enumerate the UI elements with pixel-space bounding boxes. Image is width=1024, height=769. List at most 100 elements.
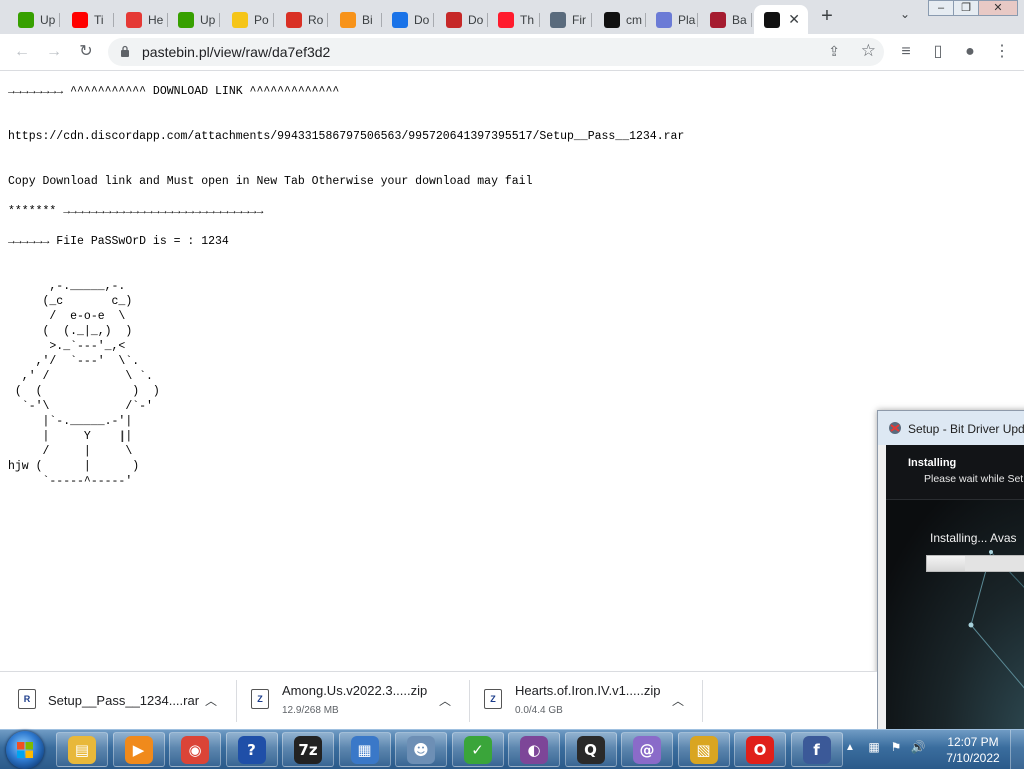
browser-tab[interactable]: Th [488, 5, 540, 34]
taskbar-app-explorer[interactable]: ▤ [56, 732, 108, 767]
help-icon: ? [237, 735, 266, 764]
setup-titlebar[interactable]: Setup - Bit Driver Upda [878, 411, 1024, 445]
bookmark-star-icon[interactable]: ☆ [861, 41, 876, 61]
profile-icon[interactable]: ● [960, 42, 980, 62]
folder-icon: ▤ [68, 735, 96, 764]
menu-icon[interactable]: ⋮ [992, 42, 1012, 62]
setup-icon: ✓ [463, 735, 492, 764]
tab-separator [697, 13, 698, 27]
tab-separator [273, 13, 274, 27]
setup-progress-fill [927, 556, 966, 571]
taskbar-app-media-player[interactable]: ▶ [112, 732, 165, 767]
smiley-icon [232, 11, 248, 28]
flag-icon[interactable]: ⚑ [888, 740, 904, 756]
ba-icon [710, 11, 726, 28]
download-shelf: R Setup__Pass__1234....rar ︿ Z Among.Us.… [0, 671, 877, 730]
media-control-icon[interactable]: ≡ [896, 42, 916, 62]
tab-label: Ba [732, 12, 747, 27]
share-icon[interactable]: ⇪ [828, 43, 840, 60]
browser-tab[interactable]: Ti [62, 5, 114, 34]
taskbar-app-q-app[interactable]: Q [564, 732, 617, 767]
download-item[interactable]: Z Hearts.of.Iron.IV.v1.....zip 0.0/4.4 G… [470, 672, 703, 730]
address-bar[interactable]: pastebin.pl/view/raw/da7ef3d2 ⇪ ☆ [108, 38, 884, 66]
paste-raw-text[interactable]: →→→→→→→→ ^^^^^^^^^^^ DOWNLOAD LINK ^^^^^… [8, 84, 684, 489]
rocket-icon [656, 11, 672, 28]
taskbar-app-facebook[interactable]: f [790, 732, 843, 767]
tab-separator [751, 13, 752, 27]
taskbar-app-tor-browser[interactable]: ◐ [508, 732, 560, 767]
terminal-icon [764, 11, 780, 28]
browser-tab[interactable]: Up [8, 5, 60, 34]
taskbar-app-notes[interactable]: ▧ [677, 732, 730, 767]
download-progress-text: 12.9/268 MB [282, 705, 339, 716]
browser-tab[interactable]: Po [222, 5, 274, 34]
alert-icon [286, 11, 302, 28]
taskbar-app-q-app-2[interactable]: @ [621, 732, 673, 767]
lock-icon[interactable] [120, 45, 130, 57]
browser-tab[interactable]: Do [382, 5, 434, 34]
tab-label: Th [520, 12, 535, 27]
taskbar-app-control-panel[interactable]: ▦ [338, 732, 391, 767]
system-clock[interactable]: 12:07 PM 7/10/2022 [946, 734, 1000, 766]
control-panel-icon: ▦ [350, 735, 379, 764]
browser-toolbar: ← → ↻ pastebin.pl/view/raw/da7ef3d2 ⇪ ☆ … [0, 34, 1024, 71]
taskbar-app-chrome[interactable]: ◉ [169, 732, 221, 767]
browser-tab[interactable]: He [116, 5, 168, 34]
volume-icon[interactable]: 🔊 [910, 740, 926, 756]
divider [702, 680, 703, 722]
terminal-icon [604, 11, 620, 28]
forward-button[interactable]: → [44, 42, 64, 62]
minimize-button[interactable]: – [928, 0, 954, 16]
youtube-icon [126, 11, 142, 28]
url-text[interactable]: pastebin.pl/view/raw/da7ef3d2 [142, 44, 330, 60]
browser-tab[interactable]: cm [594, 5, 646, 34]
tray-expand-icon[interactable]: ▲ [845, 742, 855, 753]
chevron-up-icon[interactable]: ︿ [205, 692, 217, 709]
browser-tab[interactable]: Up [168, 5, 220, 34]
browser-tab[interactable]: Ro [276, 5, 328, 34]
tab-label: Po [254, 12, 269, 27]
clock-date: 7/10/2022 [946, 751, 1000, 765]
opera-icon: O [746, 735, 774, 764]
taskbar-app-setup[interactable]: ✓ [451, 732, 504, 767]
browser-tab[interactable]: Do [436, 5, 488, 34]
taskbar-app-7zip[interactable]: 7z [282, 732, 334, 767]
taskbar-app-help[interactable]: ? [225, 732, 278, 767]
setup-window[interactable]: Setup - Bit Driver Upda Installing Pleas… [877, 410, 1024, 732]
new-tab-button[interactable]: + [816, 5, 838, 27]
chevron-up-icon[interactable]: ︿ [439, 692, 451, 709]
tab-separator [327, 13, 328, 27]
back-button[interactable]: ← [12, 42, 32, 62]
zip-icon: Z [484, 689, 502, 709]
start-button[interactable] [6, 731, 44, 769]
network-icon[interactable]: ▦ [866, 740, 882, 756]
tab-search-button[interactable]: ⌄ [896, 7, 914, 25]
facebook-icon: f [802, 735, 831, 764]
download-item[interactable]: Z Among.Us.v2022.3.....zip 12.9/268 MB ︿ [237, 672, 470, 730]
tab-label: Up [40, 12, 56, 27]
download-filename[interactable]: Among.Us.v2022.3.....zip [282, 683, 427, 698]
close-window-button[interactable]: ✕ [978, 0, 1018, 16]
download-filename[interactable]: Hearts.of.Iron.IV.v1.....zip [515, 683, 660, 698]
browser-tab[interactable]: Pla [646, 5, 698, 34]
browser-tab[interactable]: Bi [330, 5, 382, 34]
download-filename[interactable]: Setup__Pass__1234....rar [48, 693, 199, 708]
text-cursor-icon: Ⅰ [120, 427, 125, 446]
show-desktop-button[interactable] [1010, 730, 1024, 769]
tab-label: Up [200, 12, 216, 27]
browser-tab[interactable]: Ba [700, 5, 752, 34]
close-tab-icon[interactable]: ✕ [788, 11, 800, 28]
side-panel-icon[interactable]: ▯ [928, 42, 948, 62]
maximize-button[interactable]: ❐ [953, 0, 979, 16]
zip-icon: Z [251, 689, 269, 709]
chevron-up-icon[interactable]: ︿ [672, 692, 684, 709]
setup-subtitle: Please wait while Set [924, 473, 1024, 485]
taskbar-app-opera[interactable]: O [734, 732, 786, 767]
browser-tab[interactable]: ✕ [754, 5, 808, 34]
taskbar-app-users[interactable]: ☻ [395, 732, 447, 767]
tab-label: Fir [572, 12, 586, 27]
download-item[interactable]: R Setup__Pass__1234....rar ︿ [0, 672, 237, 730]
reload-button[interactable]: ↻ [76, 42, 96, 62]
browser-tab[interactable]: Fir [540, 5, 592, 34]
tab-strip: Up Ti He Up Po Ro Bi Do Do Th Fir cm Pla Ba ✕ + ⌄ – ❐ … [0, 0, 1024, 34]
